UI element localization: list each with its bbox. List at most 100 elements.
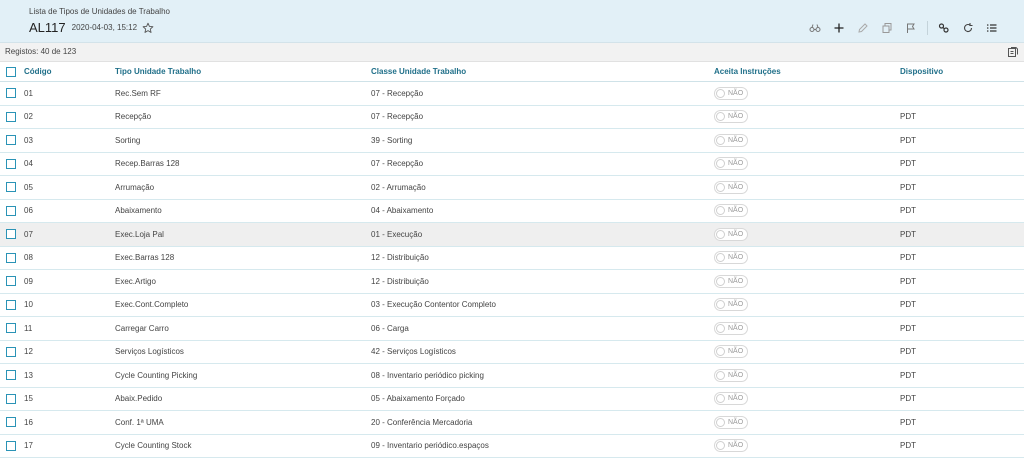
copy-icon[interactable] bbox=[875, 18, 899, 38]
row-checkbox[interactable] bbox=[6, 229, 16, 240]
table-row[interactable]: 05 Arrumação 02 - Arrumação NÃO PDT bbox=[0, 175, 1024, 200]
table-header-row: Código Tipo Unidade Trabalho Classe Unid… bbox=[0, 62, 1024, 82]
table-row[interactable]: 10 Exec.Cont.Completo 03 - Execução Conten… bbox=[0, 293, 1024, 317]
row-checkbox[interactable] bbox=[6, 135, 16, 146]
cell-tipo: Exec.Cont.Completo bbox=[115, 293, 371, 317]
aceita-toggle[interactable]: NÃO bbox=[714, 298, 748, 312]
aceita-toggle[interactable]: NÃO bbox=[714, 251, 748, 265]
table-row[interactable]: 02 Recepção 07 - Recepção NÃO PDT bbox=[0, 105, 1024, 129]
column-header-codigo[interactable]: Código bbox=[24, 62, 115, 82]
row-checkbox[interactable] bbox=[6, 346, 16, 357]
cell-dispositivo: PDT bbox=[900, 434, 1024, 458]
plus-icon[interactable] bbox=[827, 18, 851, 38]
cell-aceita: NÃO bbox=[714, 316, 900, 341]
aceita-toggle[interactable]: NÃO bbox=[714, 345, 748, 359]
cell-codigo: 16 bbox=[24, 410, 115, 435]
row-checkbox[interactable] bbox=[6, 440, 16, 451]
column-header-tipo[interactable]: Tipo Unidade Trabalho bbox=[115, 62, 371, 82]
cell-tipo: Cycle Counting Picking bbox=[115, 363, 371, 388]
table-row[interactable]: 13 Cycle Counting Picking 08 - Inventario … bbox=[0, 363, 1024, 388]
toggle-label: NÃO bbox=[728, 301, 744, 309]
row-checkbox[interactable] bbox=[6, 158, 16, 169]
table-row[interactable]: 09 Exec.Artigo 12 - Distribuição NÃO PDT bbox=[0, 269, 1024, 294]
table-row[interactable]: 03 Sorting 39 - Sorting NÃO PDT bbox=[0, 128, 1024, 153]
toggle-knob bbox=[716, 417, 725, 427]
row-checkbox[interactable] bbox=[6, 370, 16, 381]
row-select-cell bbox=[0, 434, 24, 458]
toggle-knob bbox=[716, 88, 725, 98]
row-checkbox[interactable] bbox=[6, 299, 16, 310]
row-select-cell bbox=[0, 128, 24, 153]
table-row[interactable]: 08 Exec.Barras 128 12 - Distribuição NÃO PDT bbox=[0, 246, 1024, 270]
toggle-label: NÃO bbox=[728, 136, 744, 144]
row-checkbox[interactable] bbox=[6, 276, 16, 287]
table-row[interactable]: 17 Cycle Counting Stock 09 - Inventario pe… bbox=[0, 434, 1024, 458]
cell-tipo: Carregar Carro bbox=[115, 316, 371, 341]
aceita-toggle[interactable]: NÃO bbox=[714, 180, 748, 194]
table-row[interactable]: 07 Exec.Loja Pal 01 - Execução NÃO PDT bbox=[0, 222, 1024, 247]
page-subtitle: Lista de Tipos de Unidades de Trabalho bbox=[29, 7, 170, 16]
aceita-toggle[interactable]: NÃO bbox=[714, 204, 748, 218]
toggle-label: NÃO bbox=[728, 371, 744, 379]
aceita-toggle[interactable]: NÃO bbox=[714, 274, 748, 288]
table-row[interactable]: 01 Rec.Sem RF 07 - Recepção NÃO bbox=[0, 81, 1024, 106]
aceita-toggle[interactable]: NÃO bbox=[714, 392, 748, 406]
aceita-toggle[interactable]: NÃO bbox=[714, 110, 748, 124]
aceita-toggle[interactable]: NÃO bbox=[714, 321, 748, 335]
star-outline-icon[interactable] bbox=[142, 22, 154, 34]
row-select-cell bbox=[0, 363, 24, 388]
select-all-checkbox[interactable] bbox=[6, 66, 16, 77]
aceita-toggle[interactable]: NÃO bbox=[714, 133, 748, 147]
link-icon[interactable] bbox=[932, 18, 956, 38]
aceita-toggle[interactable]: NÃO bbox=[714, 439, 748, 453]
toggle-label: NÃO bbox=[728, 89, 744, 97]
row-checkbox[interactable] bbox=[6, 393, 16, 404]
toggle-label: NÃO bbox=[728, 442, 744, 450]
page-title: AL117 bbox=[29, 20, 66, 35]
column-header-aceita[interactable]: Aceita Instruções bbox=[714, 62, 900, 82]
column-header-classe[interactable]: Classe Unidade Trabalho bbox=[371, 62, 714, 82]
row-checkbox[interactable] bbox=[6, 205, 16, 216]
table-row[interactable]: 16 Conf. 1ª UMA 20 - Conferência Mercadori… bbox=[0, 410, 1024, 435]
select-all-cell bbox=[0, 62, 24, 82]
cell-aceita: NÃO bbox=[714, 410, 900, 435]
cell-classe: 12 - Distribuição bbox=[371, 246, 714, 270]
export-icon[interactable] bbox=[1006, 45, 1020, 59]
aceita-toggle[interactable]: NÃO bbox=[714, 415, 748, 429]
cell-dispositivo: PDT bbox=[900, 340, 1024, 364]
cell-classe: 04 - Abaixamento bbox=[371, 199, 714, 223]
aceita-toggle[interactable]: NÃO bbox=[714, 368, 748, 382]
table-row[interactable]: 04 Recep.Barras 128 07 - Recepção NÃO PDT bbox=[0, 152, 1024, 176]
pencil-icon[interactable] bbox=[851, 18, 875, 38]
cell-aceita: NÃO bbox=[714, 434, 900, 458]
row-checkbox[interactable] bbox=[6, 182, 16, 193]
cell-aceita: NÃO bbox=[714, 175, 900, 200]
cell-codigo: 17 bbox=[24, 434, 115, 458]
row-checkbox[interactable] bbox=[6, 111, 16, 122]
aceita-toggle[interactable]: NÃO bbox=[714, 86, 748, 100]
refresh-icon[interactable] bbox=[956, 18, 980, 38]
row-checkbox[interactable] bbox=[6, 417, 16, 428]
cell-dispositivo: PDT bbox=[900, 152, 1024, 176]
list-icon[interactable] bbox=[980, 18, 1004, 38]
aceita-toggle[interactable]: NÃO bbox=[714, 227, 748, 241]
cell-codigo: 15 bbox=[24, 387, 115, 411]
row-checkbox[interactable] bbox=[6, 252, 16, 263]
column-header-dispositivo[interactable]: Dispositivo bbox=[900, 62, 1024, 82]
row-select-cell bbox=[0, 293, 24, 317]
table-row[interactable]: 06 Abaixamento 04 - Abaixamento NÃO PDT bbox=[0, 199, 1024, 223]
row-select-cell bbox=[0, 387, 24, 411]
table-row[interactable]: 11 Carregar Carro 06 - Carga NÃO PDT bbox=[0, 316, 1024, 341]
flag-icon[interactable] bbox=[899, 18, 923, 38]
row-checkbox[interactable] bbox=[6, 323, 16, 334]
cell-tipo: Rec.Sem RF bbox=[115, 81, 371, 106]
table-row[interactable]: 12 Serviços Logísticos 42 - Serviços Logís… bbox=[0, 340, 1024, 364]
row-select-cell bbox=[0, 81, 24, 106]
cell-dispositivo: PDT bbox=[900, 316, 1024, 341]
table-row[interactable]: 15 Abaix.Pedido 05 - Abaixamento Forçado NÃ… bbox=[0, 387, 1024, 411]
toggle-label: NÃO bbox=[728, 230, 744, 238]
row-checkbox[interactable] bbox=[6, 88, 16, 99]
cell-classe: 08 - Inventario periódico picking bbox=[371, 363, 714, 388]
binoculars-icon[interactable] bbox=[803, 18, 827, 38]
aceita-toggle[interactable]: NÃO bbox=[714, 157, 748, 171]
